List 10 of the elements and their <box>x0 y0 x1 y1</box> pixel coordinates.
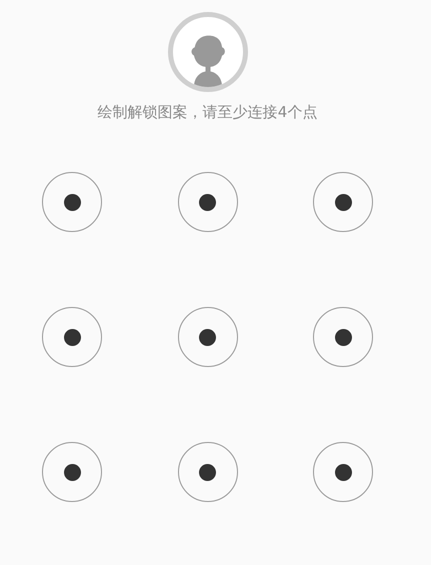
pattern-dot[interactable] <box>313 307 373 367</box>
pattern-dot[interactable] <box>178 172 238 232</box>
pattern-dot[interactable] <box>178 442 238 502</box>
pattern-dot[interactable] <box>42 307 102 367</box>
pattern-dot[interactable] <box>42 442 102 502</box>
pattern-dot[interactable] <box>313 172 373 232</box>
pattern-dot[interactable] <box>42 172 102 232</box>
pattern-dot[interactable] <box>313 442 373 502</box>
hint-text: 绘制解锁图案，请至少连接4个点 <box>98 102 318 122</box>
pattern-dot[interactable] <box>178 307 238 367</box>
